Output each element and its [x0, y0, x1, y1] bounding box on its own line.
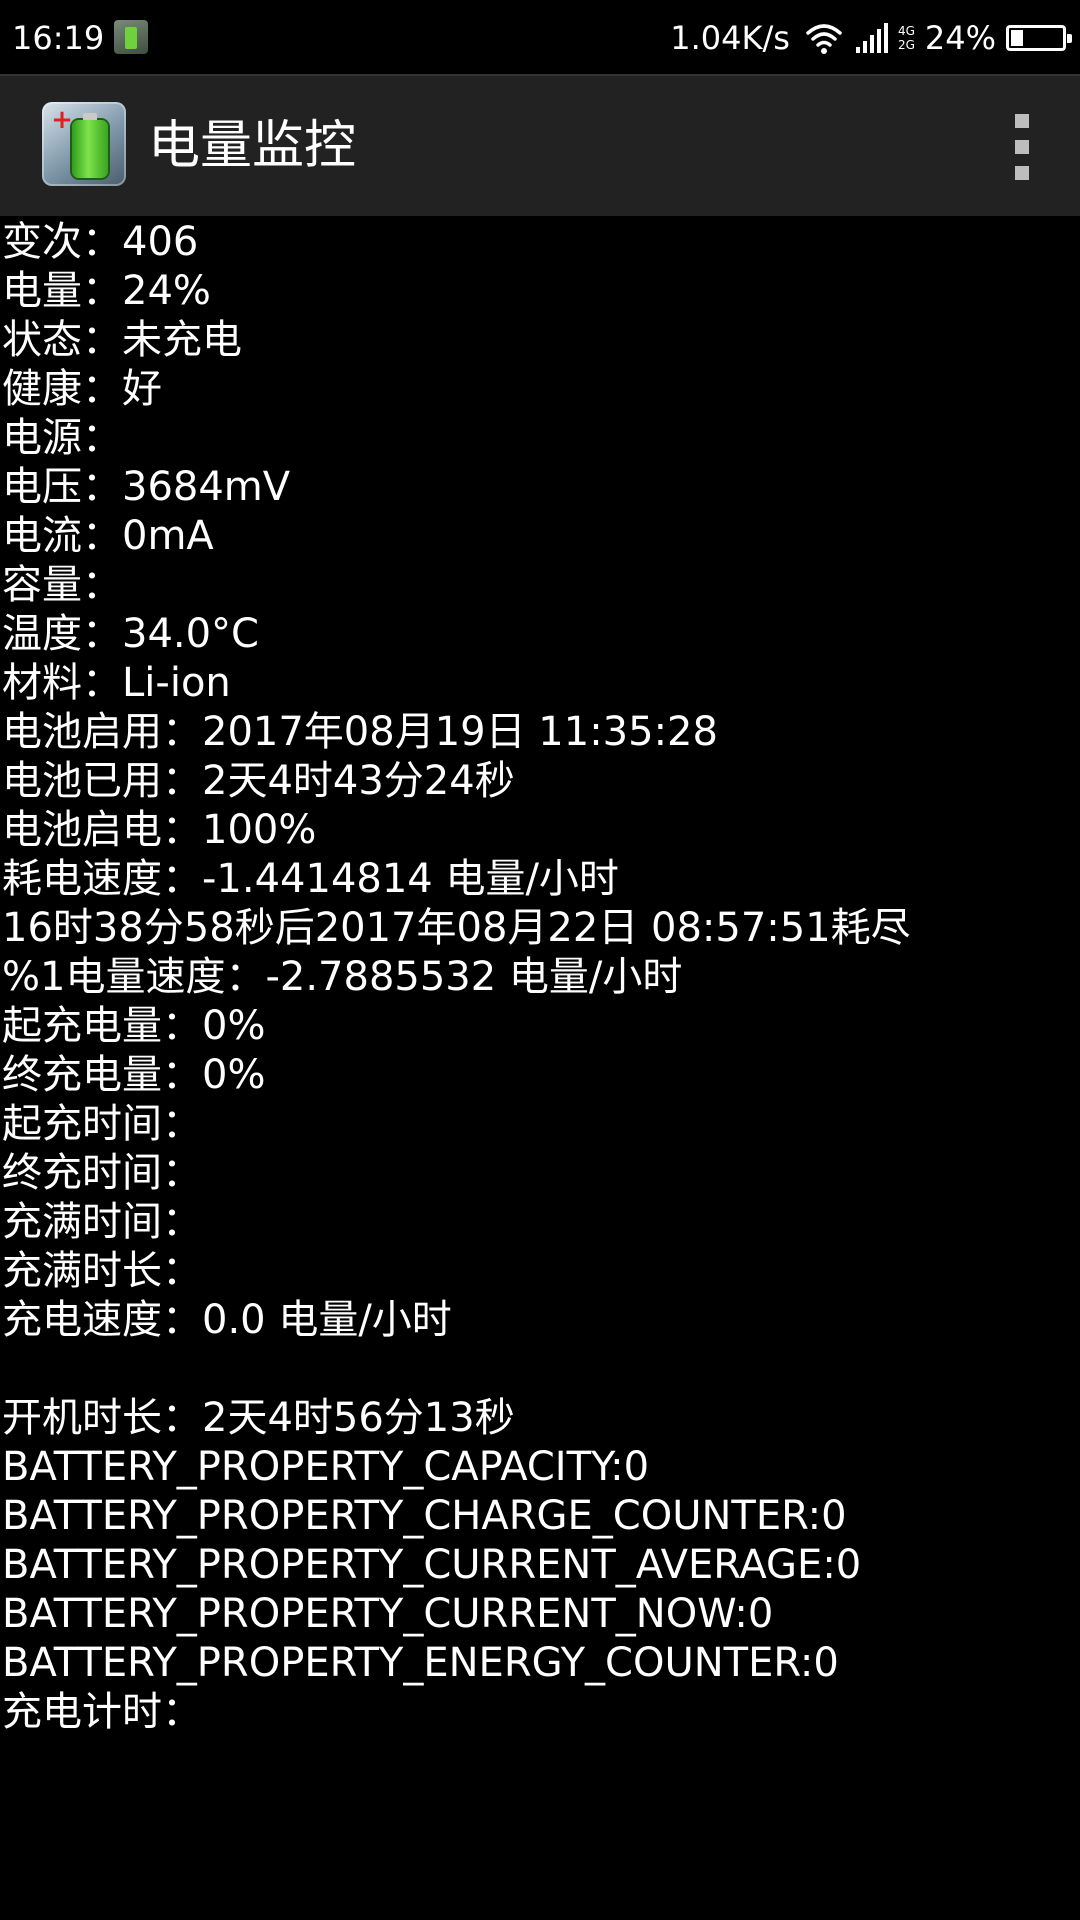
- menu-dot: [1015, 166, 1029, 180]
- info-line: 电压：3684mV: [2, 464, 291, 510]
- network-type: 4G 2G: [898, 24, 915, 52]
- info-line: BATTERY_PROPERTY_ENERGY_COUNTER:0: [2, 1640, 839, 1686]
- info-line: 终充时间：: [2, 1150, 202, 1196]
- info-line: 耗电速度：-1.4414814 电量/小时: [2, 856, 619, 902]
- info-line: 电源：: [2, 415, 122, 461]
- status-indicators: 1.04K/s 4G 2G 24%: [670, 18, 1072, 58]
- battery-percent: 24%: [924, 19, 996, 57]
- battery-info-list: 变次：406 电量：24% 状态：未充电 健康：好 电源： 电压：3684mV …: [0, 218, 1080, 1737]
- info-line: BATTERY_PROPERTY_CHARGE_COUNTER:0: [2, 1493, 847, 1539]
- info-line: 开机时长：2天4时56分13秒: [2, 1395, 515, 1441]
- info-line: BATTERY_PROPERTY_CURRENT_AVERAGE:0: [2, 1542, 862, 1588]
- info-line: 充满时间：: [2, 1199, 202, 1245]
- battery-logo-icon: +: [42, 102, 126, 186]
- network-type-top: 4G: [897, 24, 915, 38]
- info-line: 充满时长：: [2, 1248, 202, 1294]
- info-line: 电池已用：2天4时43分24秒: [2, 758, 515, 804]
- info-line: BATTERY_PROPERTY_CURRENT_NOW:0: [2, 1591, 774, 1637]
- info-line: 充电速度：0.0 电量/小时: [2, 1297, 452, 1343]
- menu-dot: [1015, 114, 1029, 128]
- action-bar: + 电量监控: [0, 74, 1080, 216]
- info-line: 起充时间：: [2, 1101, 202, 1147]
- info-line: 终充电量：0%: [2, 1052, 266, 1098]
- info-line: 电池启电：100%: [2, 807, 317, 853]
- network-type-bottom: 2G: [897, 38, 915, 52]
- info-line: 起充电量：0%: [2, 1003, 266, 1049]
- info-line: %1电量速度：-2.7885532 电量/小时: [2, 954, 683, 1000]
- info-line: 健康：好: [2, 366, 162, 412]
- wifi-icon: [806, 24, 842, 54]
- info-line: 变次：406: [2, 219, 199, 265]
- info-line: 容量：: [2, 562, 122, 608]
- app-notification-icon: [114, 20, 148, 54]
- info-line: 温度：34.0°C: [2, 611, 259, 657]
- info-line: 状态：未充电: [2, 317, 242, 363]
- info-line: BATTERY_PROPERTY_CAPACITY:0: [2, 1444, 650, 1490]
- battery-fill: [1011, 30, 1023, 46]
- status-bar: 16:19 1.04K/s 4G 2G 24%: [0, 0, 1080, 74]
- plus-icon: +: [51, 105, 73, 135]
- menu-dot: [1015, 140, 1029, 154]
- info-line: 电量：24%: [2, 268, 211, 314]
- network-speed: 1.04K/s: [670, 19, 790, 57]
- info-line: 充电计时：: [2, 1689, 202, 1735]
- overflow-menu-icon[interactable]: [1010, 114, 1034, 180]
- battery-icon: [1006, 25, 1072, 51]
- info-line: 材料：Li-ion: [2, 660, 231, 706]
- signal-icon: [855, 23, 888, 53]
- info-line: 电流：0mA: [2, 513, 214, 559]
- info-line: 16时38分58秒后2017年08月22日 08:57:51耗尽: [2, 905, 911, 951]
- battery-graphic: [72, 113, 108, 178]
- info-line: 电池启用：2017年08月19日 11:35:28: [2, 709, 718, 755]
- status-time: 16:19: [12, 19, 105, 57]
- app-title: 电量监控: [148, 116, 357, 176]
